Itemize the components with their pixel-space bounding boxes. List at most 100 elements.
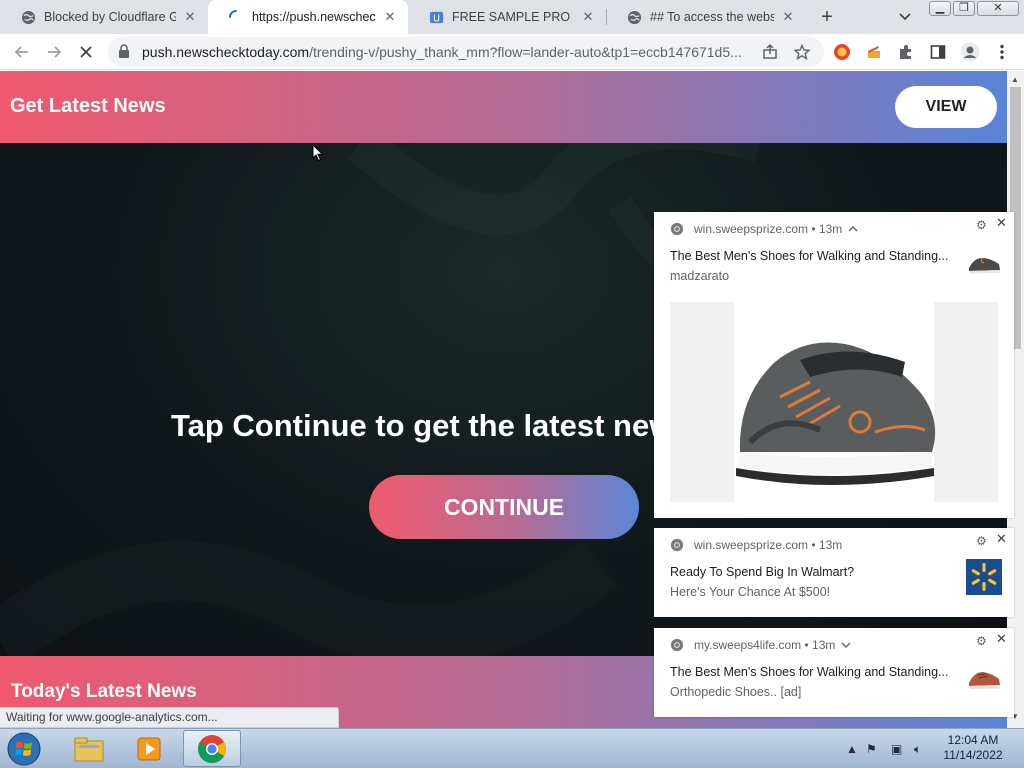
latest-news-title: Today's Latest News [11,681,197,702]
close-tab-icon[interactable]: ✕ [780,9,796,25]
close-icon[interactable]: ✕ [996,631,1007,647]
system-clock[interactable]: 12:04 AM 11/14/2022 [932,733,1014,763]
notification-header: win.sweepsprize.com • 13m [670,222,858,236]
taskbar-media-player[interactable] [120,730,178,767]
tab-free-sample[interactable]: U FREE SAMPLE PRO USA ✕ [408,0,606,34]
notification-time: 13m [812,638,836,652]
close-icon[interactable]: ✕ [996,215,1007,231]
profile-button[interactable] [958,40,982,64]
tab-newscheck[interactable]: https://push.newscheckto ✕ [208,0,408,34]
status-bubble: Waiting for www.google-analytics.com... [0,707,339,728]
notification-card[interactable]: my.sweeps4life.com • 13m ⚙ ✕ The Best Me… [654,628,1014,717]
chevron-up-icon[interactable] [848,225,858,233]
minimize-button[interactable]: ▁ [929,1,951,16]
notification-body: Orthopedic Shoes.. [ad] [670,685,802,699]
side-panel-icon [930,45,946,59]
tab-title: ## To access the website [650,10,774,24]
notification-time: 13m [818,222,843,236]
shoe-image [670,302,998,502]
side-panel-button[interactable] [926,40,950,64]
bookmark-button[interactable] [790,40,814,64]
chevron-down-icon[interactable] [841,641,851,649]
notification-header: win.sweepsprize.com • 13m [670,538,842,552]
notification-time: 13m [818,538,843,552]
shoe-thumbnail-icon [966,659,1002,695]
clapper-icon [868,46,880,58]
forward-arrow-icon [48,46,62,58]
back-button[interactable] [10,40,34,64]
stop-reload-button[interactable] [74,40,98,64]
tab-cloudflare[interactable]: Blocked by Cloudflare Ga ✕ [0,0,208,34]
media-player-icon [137,737,161,760]
tab-access-website[interactable]: ## To access the website ✕ [606,0,806,34]
notification-source: my.sweeps4life.com [694,638,802,652]
back-arrow-icon [14,46,28,58]
extensions-button[interactable] [894,40,918,64]
notification-card[interactable]: win.sweepsprize.com • 13m ⚙ ✕ The Best M… [654,212,1014,518]
extension-badge-icon [834,44,850,60]
tab-search-button[interactable] [893,4,917,30]
volume-icon[interactable]: 🔈︎ [914,742,921,757]
taskbar-chrome[interactable] [183,730,241,767]
separator-dot: • [801,638,813,652]
globe-icon [626,9,642,25]
chrome-icon [670,538,684,552]
flag-icon[interactable]: ⚑ [866,742,877,756]
notification-card[interactable]: win.sweepsprize.com • 13m ⚙ ✕ Ready To S… [654,528,1014,617]
browser-toolbar: push.newschecktoday.com/trending-v/pushy… [0,34,1024,70]
site-header: Get Latest News VIEW [0,71,1007,143]
close-icon[interactable]: ✕ [996,531,1007,547]
site-favicon-icon: U [428,9,444,25]
settings-gear-icon[interactable]: ⚙ [976,534,987,548]
chrome-icon [198,734,226,763]
windows-explorer-icon [74,737,104,761]
share-icon [763,44,777,59]
menu-button[interactable] [990,40,1014,64]
notification-title: The Best Men's Shoes for Walking and Sta… [670,665,949,679]
new-tab-button[interactable]: + [814,4,840,30]
star-icon [794,44,810,60]
chrome-icon [670,638,684,652]
forward-button[interactable] [42,40,66,64]
url-path: /trending-v/pushy_thank_mm?flow=lander-a… [309,44,742,60]
close-window-button[interactable]: ✕ [977,1,1019,16]
notification-title: Ready To Spend Big In Walmart? [670,565,855,579]
globe-icon [20,9,36,25]
address-bar[interactable]: push.newschecktoday.com/trending-v/pushy… [108,37,824,67]
windows-logo-icon [7,732,41,766]
notification-body: madzarato [670,269,730,283]
settings-gear-icon[interactable]: ⚙ [976,218,987,232]
taskbar-explorer[interactable] [60,730,118,767]
view-button[interactable]: VIEW [895,86,997,128]
windows-taskbar: ▲ ⚑ ▣ 🔈︎ 12:04 AM 11/14/2022 [0,728,1024,768]
start-button[interactable] [4,731,44,767]
close-tab-icon[interactable]: ✕ [182,9,198,25]
chrome-icon [670,222,684,236]
close-tab-icon[interactable]: ✕ [580,9,596,25]
extension-button-2[interactable] [862,40,886,64]
shoe-thumbnail-icon [966,244,1002,280]
share-button[interactable] [758,40,782,64]
restore-button[interactable]: ❐ [953,1,975,16]
network-icon[interactable]: ▣ [891,742,902,756]
separator-dot: • [808,538,819,552]
tab-strip: Blocked by Cloudflare Ga ✕ https://push.… [0,0,1024,34]
notification-title: The Best Men's Shoes for Walking and Sta… [670,249,949,263]
tab-title: https://push.newscheckto [252,10,376,24]
mouse-cursor-icon [312,144,324,162]
puzzle-icon [900,45,911,59]
continue-button[interactable]: CONTINUE [369,475,639,539]
notification-source: win.sweepsprize.com [694,538,809,552]
scroll-up-icon[interactable]: ▲ [1011,75,1019,84]
chevron-down-icon [899,13,911,21]
svg-text:U: U [433,13,440,24]
show-hidden-icons-button[interactable]: ▲ [846,742,858,756]
extension-button-1[interactable] [830,40,854,64]
lock-icon [118,44,130,61]
headline: Tap Continue to get the latest news [171,408,691,443]
notification-source: win.sweepsprize.com [694,222,809,236]
tab-title: FREE SAMPLE PRO USA [452,10,574,24]
close-tab-icon[interactable]: ✕ [382,9,398,25]
notification-body: Here's Your Chance At $500! [670,585,831,599]
settings-gear-icon[interactable]: ⚙ [976,634,987,648]
